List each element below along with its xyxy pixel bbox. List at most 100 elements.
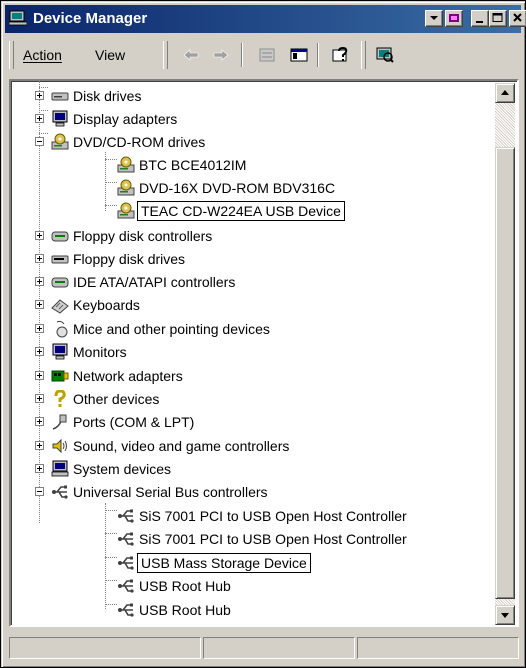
tree-branch	[105, 604, 117, 606]
expander-keyboards[interactable]	[35, 300, 44, 309]
menu-view[interactable]: View	[95, 47, 125, 63]
tree-item-label: SiS 7001 PCI to USB Open Host Controller	[139, 531, 407, 547]
cdrom-icon	[117, 156, 135, 173]
tree-branch	[105, 557, 117, 559]
vertical-scrollbar[interactable]	[495, 83, 515, 625]
tree-item-label: Universal Serial Bus controllers	[73, 484, 268, 500]
tree-branch	[105, 580, 117, 582]
expander-other-devices[interactable]	[35, 394, 44, 403]
scroll-up-button[interactable]	[495, 83, 515, 103]
tree-branch	[105, 159, 117, 161]
usb-icon	[52, 485, 68, 499]
maximize-button[interactable]	[489, 10, 507, 27]
status-pane-3	[357, 637, 519, 659]
scroll-thumb[interactable]	[495, 147, 515, 599]
toolbar-separator-2	[317, 43, 319, 67]
tree-item-label: USB Root Hub	[139, 578, 231, 594]
tree-branch	[105, 510, 117, 512]
expander-floppy-drives[interactable]	[35, 254, 44, 263]
toolbar-grip[interactable]	[9, 41, 14, 69]
expander-monitors[interactable]	[35, 347, 44, 356]
device-manager-window: Device Manager Action View Disk drives D…	[0, 0, 526, 668]
tree-branch	[39, 133, 48, 135]
tree-item-label: IDE ATA/ATAPI controllers	[73, 274, 236, 290]
minimize-icon	[476, 21, 483, 23]
expander-network[interactable]	[35, 371, 44, 380]
toolbar-grip-2[interactable]	[163, 41, 168, 69]
tree-item-label: TEAC CD-W224EA USB Device	[137, 201, 345, 221]
tree-item-label: Monitors	[73, 344, 127, 360]
tree-item-label: DVD/CD-ROM drives	[73, 134, 206, 150]
controller-icon	[51, 231, 69, 242]
close-icon	[513, 13, 522, 22]
tree-item-label: Display adapters	[73, 111, 178, 127]
tree-item-label: DVD-16X DVD-ROM BDV316C	[139, 180, 336, 196]
forward-arrow-icon[interactable]	[211, 46, 231, 64]
minimize-button[interactable]	[471, 10, 489, 27]
expander-ports[interactable]	[35, 417, 44, 426]
tree-branch	[105, 533, 117, 535]
cdrom-icon	[51, 133, 69, 150]
help-icon[interactable]	[331, 46, 351, 64]
floppy-drive-icon	[51, 255, 69, 264]
tree-line-usb	[105, 503, 107, 609]
usb-icon	[118, 603, 134, 617]
tree-item-label: Sound, video and game controllers	[73, 438, 290, 454]
expander-disk-drives[interactable]	[35, 91, 44, 100]
tree-branch	[39, 110, 48, 112]
tree-item-label: System devices	[73, 461, 172, 477]
system-menu-icon	[430, 16, 438, 20]
computer-icon	[51, 460, 69, 477]
speaker-icon	[52, 438, 67, 454]
system-menu-button[interactable]	[425, 10, 443, 27]
mmc-icon	[449, 14, 459, 22]
tree-item-label: SiS 7001 PCI to USB Open Host Controller	[139, 508, 407, 524]
expander-system-devices[interactable]	[35, 464, 44, 473]
device-tree[interactable]: Disk drives Display adapters DVD/CD-ROM …	[9, 79, 519, 627]
scan-hardware-icon[interactable]	[375, 46, 395, 64]
expander-usb[interactable]	[35, 487, 44, 496]
restore-icon-button[interactable]	[445, 10, 463, 27]
window-title: Device Manager	[33, 10, 148, 27]
tree-item-label: Ports (COM & LPT)	[73, 414, 195, 430]
network-adapter-icon	[51, 370, 69, 382]
toolbar-separator	[241, 43, 243, 67]
menu-action[interactable]: Action	[23, 47, 62, 63]
toolbar: Action View	[7, 37, 519, 73]
title-bar[interactable]: Device Manager	[5, 5, 526, 33]
disk-drive-icon	[51, 92, 69, 101]
tree-branch	[105, 182, 117, 184]
monitor-icon	[52, 343, 68, 360]
status-bar	[7, 635, 521, 661]
close-button[interactable]	[509, 10, 526, 27]
properties-icon[interactable]	[257, 46, 277, 64]
menu-action-label: Action	[23, 47, 62, 63]
maximize-icon	[492, 13, 503, 22]
expander-sound[interactable]	[35, 441, 44, 450]
tree-branch	[105, 205, 117, 207]
keyboard-icon	[51, 299, 69, 314]
tree-item-label: Network adapters	[73, 368, 183, 384]
arrow-up-icon	[501, 90, 509, 95]
tree-item-label: Mice and other pointing devices	[73, 321, 270, 337]
expander-ide[interactable]	[35, 277, 44, 286]
expander-dvd-cdrom[interactable]	[35, 137, 44, 146]
tree-branch	[39, 87, 48, 89]
controller-icon	[51, 277, 69, 288]
back-arrow-icon[interactable]	[181, 46, 201, 64]
scroll-down-button[interactable]	[495, 605, 515, 625]
usb-icon	[118, 556, 134, 570]
question-mark-icon	[54, 390, 66, 407]
usb-icon	[118, 579, 134, 593]
tree-item-label: Disk drives	[73, 88, 142, 104]
tree-item-label: BTC BCE4012IM	[139, 157, 247, 173]
mouse-icon	[56, 320, 68, 338]
expander-display-adapters[interactable]	[35, 114, 44, 123]
toolbar-grip-3[interactable]	[361, 41, 366, 69]
console-tree-icon[interactable]	[289, 46, 309, 64]
tree-item-label: USB Root Hub	[139, 602, 231, 618]
expander-floppy-controllers[interactable]	[35, 231, 44, 240]
status-pane-1	[9, 637, 201, 659]
expander-mice[interactable]	[35, 324, 44, 333]
tree-item-label: Floppy disk controllers	[73, 228, 213, 244]
